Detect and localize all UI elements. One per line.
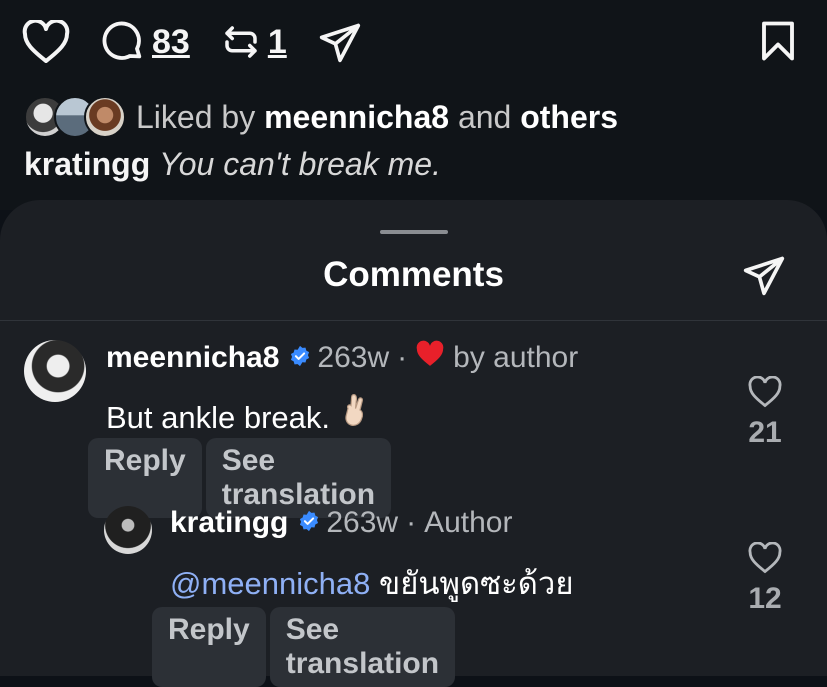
meta-separator: ·	[397, 341, 408, 374]
liker-avatars	[24, 96, 126, 138]
post-area: 83 1 Liked by meennicha8 and others krat…	[0, 0, 827, 210]
author-tag: Author	[424, 506, 513, 539]
post-caption: kratingg You can't break me.	[24, 146, 441, 183]
comment-like-button[interactable]: 21	[748, 376, 782, 450]
post-action-bar: 83 1	[22, 18, 393, 66]
comment-bubble-icon	[102, 21, 142, 60]
comments-sheet: Comments meennicha8 263w · by author But…	[0, 200, 827, 687]
reposts-count[interactable]: 1	[268, 23, 287, 62]
repost-icon	[225, 26, 257, 58]
comment-like-button[interactable]: 12	[748, 542, 782, 616]
avatar[interactable]	[104, 506, 152, 554]
divider	[0, 320, 827, 321]
reply-button[interactable]: Reply	[152, 607, 266, 687]
comments-button[interactable]: 83	[100, 19, 190, 65]
liked-by-row[interactable]: Liked by meennicha8 and others	[24, 96, 618, 138]
send-icon	[319, 23, 360, 63]
liked-by-author-tag: by author	[453, 341, 579, 374]
sheet-drag-handle[interactable]	[380, 230, 448, 234]
comment-body: ขยันพูดซะด้วย	[379, 566, 574, 601]
caption-text: You can't break me.	[159, 146, 441, 182]
comments-count[interactable]: 83	[152, 23, 190, 62]
caption-username[interactable]: kratingg	[24, 146, 150, 182]
heart-icon	[748, 376, 782, 408]
heart-icon	[22, 20, 70, 63]
liked-by-user[interactable]: meennicha8	[264, 99, 449, 136]
comment-like-count: 21	[748, 416, 782, 449]
comment-age: 263w	[317, 341, 390, 374]
repost-button[interactable]: 1	[220, 20, 287, 64]
liked-by-others[interactable]: others	[520, 99, 618, 136]
crossed-fingers-emoji-icon	[339, 392, 369, 436]
verified-badge-icon	[298, 506, 320, 540]
comment-text: But ankle break.	[106, 392, 369, 436]
comment-like-count: 12	[748, 582, 782, 615]
comment-age: 263w	[326, 506, 399, 539]
comment-username[interactable]: kratingg	[170, 506, 288, 540]
meta-separator: ·	[406, 506, 417, 539]
send-icon	[743, 256, 785, 296]
comment-body: But ankle break.	[106, 400, 331, 435]
save-button[interactable]	[759, 20, 797, 67]
bookmark-icon	[762, 21, 794, 61]
share-button[interactable]	[317, 20, 363, 64]
share-button[interactable]	[741, 253, 787, 302]
comment-header: kratingg 263w · Author	[170, 506, 512, 540]
comment-text: @meennicha8 ขยันพูดซะด้วย	[170, 558, 574, 608]
avatar[interactable]	[24, 340, 86, 402]
filled-heart-icon	[415, 340, 445, 376]
like-button[interactable]	[22, 20, 70, 64]
liked-by-and: and	[457, 98, 512, 135]
heart-icon	[748, 542, 782, 574]
sheet-title: Comments	[323, 255, 504, 294]
comment-header: meennicha8 263w · by author	[106, 340, 578, 376]
see-translation-button[interactable]: See translation	[269, 607, 456, 687]
comment-actions: Reply See translation	[152, 607, 459, 687]
verified-badge-icon	[289, 341, 311, 375]
mention-link[interactable]: @meennicha8	[170, 566, 370, 601]
liked-by-prefix: Liked by	[136, 98, 256, 135]
avatar	[84, 96, 126, 138]
comment-username[interactable]: meennicha8	[106, 341, 279, 375]
